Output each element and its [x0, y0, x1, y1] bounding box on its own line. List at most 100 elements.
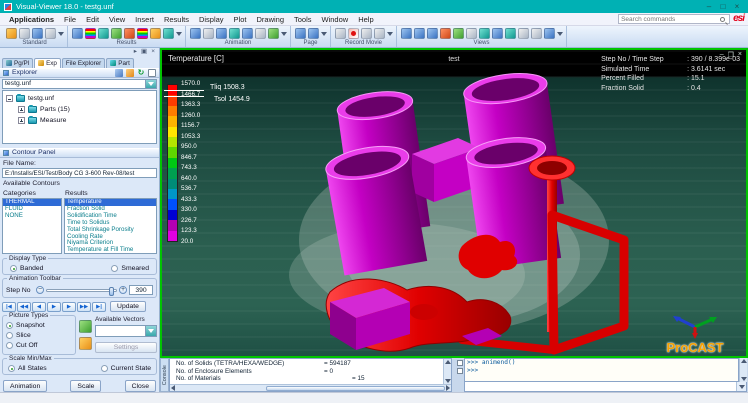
step-plus-icon[interactable]: +: [119, 286, 127, 294]
front-view-icon[interactable]: [414, 28, 425, 39]
record-setup-icon[interactable]: [335, 28, 346, 39]
menu-display[interactable]: Display: [194, 15, 229, 24]
radio-current-state[interactable]: Current State: [101, 365, 151, 372]
stop-icon[interactable]: [374, 28, 385, 39]
radio-banded[interactable]: Banded: [10, 265, 43, 272]
rewind-button[interactable]: ◀◀: [17, 302, 31, 312]
views-overflow-icon[interactable]: [557, 32, 563, 36]
cutoff-icon[interactable]: [163, 28, 174, 39]
slider-thumb[interactable]: [109, 287, 114, 296]
tree-row-measure[interactable]: Measure: [6, 115, 156, 126]
close-panel-icon[interactable]: ×: [151, 48, 155, 56]
menu-window[interactable]: Window: [317, 15, 354, 24]
scroll-up-icon[interactable]: [445, 360, 451, 364]
dropdown-icon[interactable]: [145, 326, 156, 336]
console-mode-icon[interactable]: [457, 360, 463, 366]
step-minus-icon[interactable]: −: [36, 286, 44, 294]
last-step-button[interactable]: ▶|: [92, 302, 106, 312]
spin-icon[interactable]: [492, 28, 503, 39]
radio-all-states[interactable]: All States: [8, 365, 47, 372]
radio-snapshot[interactable]: Snapshot: [6, 322, 72, 329]
search-icon[interactable]: [720, 17, 725, 22]
vector-icon[interactable]: [98, 28, 109, 39]
probe-icon[interactable]: [150, 28, 161, 39]
radio-smeared[interactable]: Smeared: [111, 265, 149, 272]
rotate-icon[interactable]: [479, 28, 490, 39]
pause-icon[interactable]: [361, 28, 372, 39]
expand-icon[interactable]: [18, 106, 25, 113]
console-vscrollbar[interactable]: [443, 359, 451, 384]
explorer-options-icon[interactable]: [148, 69, 156, 77]
anchor-icon[interactable]: [544, 28, 555, 39]
minimize-button[interactable]: –: [702, 2, 716, 11]
menu-applications[interactable]: Applications: [4, 15, 59, 24]
viewport-3d[interactable]: Temperature [C] test – ❐ ×: [160, 48, 748, 358]
radio-cutoff[interactable]: Cut Off: [6, 342, 72, 349]
slice-tool-icon[interactable]: [79, 320, 92, 333]
prev-page-icon[interactable]: [295, 28, 306, 39]
float-icon[interactable]: ▣: [141, 48, 147, 56]
python-vscrollbar[interactable]: [739, 358, 747, 382]
scroll-down-icon[interactable]: [741, 377, 747, 381]
scale-button[interactable]: Scale: [70, 380, 101, 392]
scroll-up-icon[interactable]: [741, 359, 747, 363]
forward-button[interactable]: ▶▶: [77, 302, 91, 312]
annotation-icon[interactable]: [466, 28, 477, 39]
refresh-icon[interactable]: ↻: [137, 69, 145, 77]
iso-surface-icon[interactable]: [124, 28, 135, 39]
collapse-icon[interactable]: [6, 95, 13, 102]
explorer-filter-icon[interactable]: [115, 69, 123, 77]
menu-tools[interactable]: Tools: [289, 15, 317, 24]
last-frame-icon[interactable]: [255, 28, 266, 39]
menu-plot[interactable]: Plot: [229, 15, 252, 24]
export-movie-icon[interactable]: [268, 28, 279, 39]
axis-icon[interactable]: [453, 28, 464, 39]
hscroll-thumb[interactable]: [266, 386, 445, 391]
copy-icon[interactable]: [32, 28, 43, 39]
cutoff-tool-icon[interactable]: [79, 337, 92, 350]
result-temp-at-fill[interactable]: Temperature at Fill Time: [65, 247, 156, 254]
export-icon[interactable]: [45, 28, 56, 39]
radio-slice[interactable]: Slice: [6, 332, 72, 339]
vectors-selector[interactable]: [95, 325, 157, 337]
play-button[interactable]: ▶: [47, 302, 61, 312]
tree-row-parts[interactable]: Parts (15): [6, 104, 156, 115]
pan-icon[interactable]: [505, 28, 516, 39]
scroll-down-icon[interactable]: [445, 379, 451, 383]
contour-icon[interactable]: [72, 28, 83, 39]
side-view-icon[interactable]: [427, 28, 438, 39]
menu-help[interactable]: Help: [353, 15, 378, 24]
prev-frame-icon[interactable]: [216, 28, 227, 39]
import-icon[interactable]: [19, 28, 30, 39]
record-icon[interactable]: [348, 28, 359, 39]
animation-button[interactable]: Animation: [3, 380, 47, 392]
close-panel-button[interactable]: Close: [125, 380, 156, 392]
search-box[interactable]: [618, 14, 730, 24]
results-overflow-icon[interactable]: [176, 32, 182, 36]
step-value-field[interactable]: 390: [129, 285, 153, 295]
tab-part[interactable]: Part: [106, 58, 134, 68]
tab-exp[interactable]: Exp: [34, 58, 61, 68]
top-view-icon[interactable]: [440, 28, 451, 39]
search-input[interactable]: [619, 16, 720, 23]
zoom-icon[interactable]: [518, 28, 529, 39]
standard-overflow-icon[interactable]: [58, 32, 64, 36]
settings-button[interactable]: Settings: [95, 342, 157, 353]
first-step-button[interactable]: |◀: [2, 302, 16, 312]
close-button[interactable]: ×: [730, 2, 744, 11]
fit-icon[interactable]: [531, 28, 542, 39]
menu-drawing[interactable]: Drawing: [251, 15, 289, 24]
prev-step-button[interactable]: ◀: [32, 302, 46, 312]
animation-overflow-icon[interactable]: [281, 32, 287, 36]
open-icon[interactable]: [6, 28, 17, 39]
scroll-right-icon[interactable]: [446, 385, 450, 391]
menu-results[interactable]: Results: [159, 15, 194, 24]
scroll-left-icon[interactable]: [171, 385, 175, 391]
menu-edit[interactable]: Edit: [81, 15, 104, 24]
next-step-button[interactable]: ▶: [62, 302, 76, 312]
page-overflow-icon[interactable]: [321, 32, 327, 36]
tab-pgpl[interactable]: Pg/Pl: [2, 58, 33, 68]
tab-file-explorer[interactable]: File Explorer: [62, 58, 105, 68]
iso-view-icon[interactable]: [401, 28, 412, 39]
menu-view[interactable]: View: [104, 15, 130, 24]
